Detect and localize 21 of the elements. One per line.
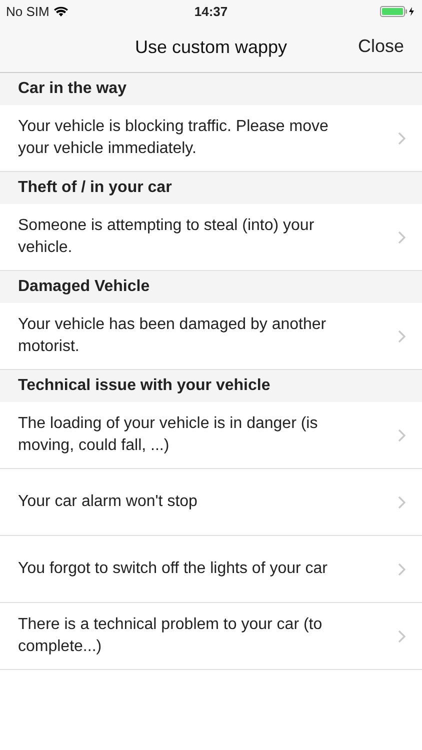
list-item[interactable]: You forgot to switch off the lights of your car xyxy=(0,536,422,603)
chevron-icon xyxy=(398,562,406,576)
close-button[interactable]: Close xyxy=(352,34,410,59)
section-header: Theft of / in your car xyxy=(0,172,422,204)
section-header: Technical issue with your vehicle xyxy=(0,370,422,402)
section-header: Damaged Vehicle xyxy=(0,271,422,303)
chevron-icon xyxy=(398,496,406,508)
chevron-icon xyxy=(398,132,406,144)
chevron-icon xyxy=(398,330,406,342)
chevron-icon xyxy=(398,630,406,642)
list-item[interactable]: Your car alarm won't stop xyxy=(0,469,422,536)
chevron-icon xyxy=(398,428,406,442)
wifi-icon xyxy=(54,6,68,16)
chevron-icon xyxy=(398,230,406,244)
battery-icon xyxy=(380,6,416,16)
carrier-text: No SIM xyxy=(6,4,50,18)
list-item[interactable]: There is a technical problem to your car (to complete...) xyxy=(0,603,422,670)
list-item[interactable]: The loading of your vehicle is in danger (is moving, could fall, ...) xyxy=(0,402,422,469)
nav-title: Use custom wappy xyxy=(134,36,288,58)
section-header: Car in the way xyxy=(0,73,422,105)
time-text: 14:37 xyxy=(194,4,228,18)
